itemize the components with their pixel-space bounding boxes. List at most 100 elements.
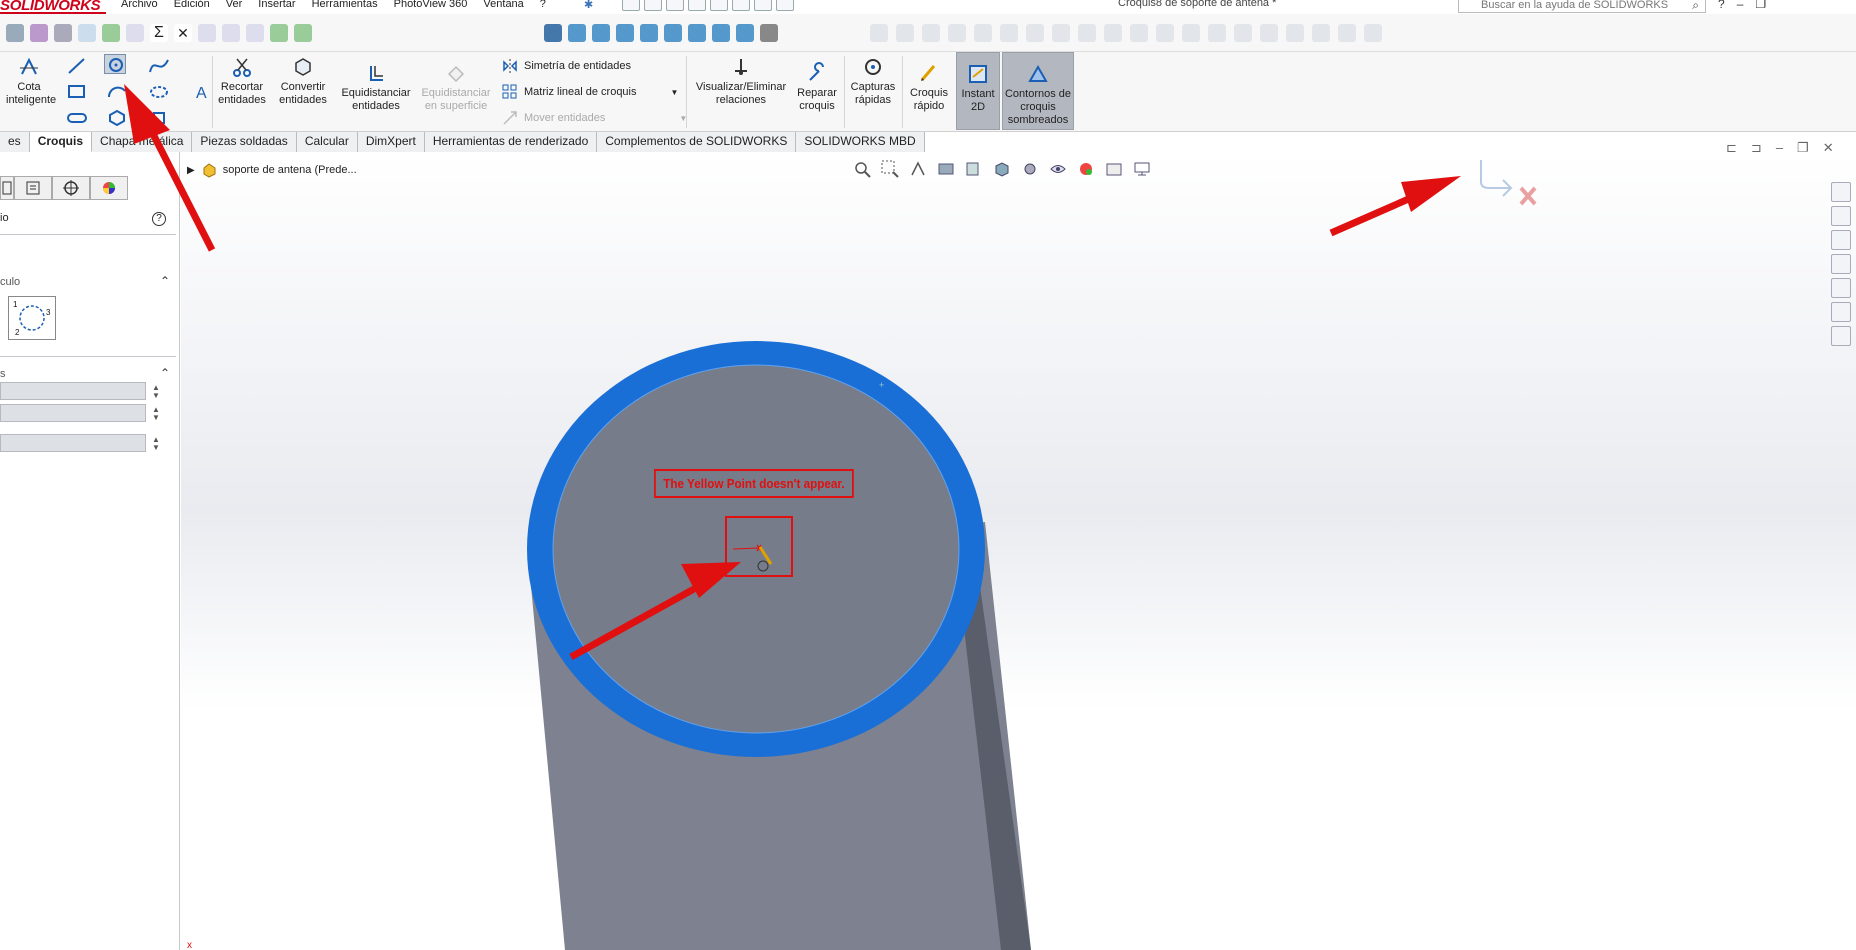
undo-icon[interactable] [710, 0, 728, 11]
display-delete-relations-button[interactable]: Visualizar/Eliminar relaciones [692, 56, 790, 107]
spinner-icon[interactable]: ▲ ▼ [152, 384, 160, 400]
circle-tool[interactable] [104, 54, 126, 74]
restore-icon[interactable]: ❐ [1755, 0, 1766, 11]
tool-b-icon[interactable] [896, 24, 914, 42]
ellipse-tool[interactable] [148, 82, 170, 102]
tab-render-tools[interactable]: Herramientas de renderizado [424, 132, 598, 152]
sum-icon[interactable]: Σ [150, 24, 168, 42]
menu-edicion[interactable]: Edición [166, 0, 218, 11]
cube-normal-icon[interactable] [712, 24, 730, 42]
cube-top-icon[interactable] [664, 24, 682, 42]
balance-icon[interactable] [6, 24, 24, 42]
cube-front-icon[interactable] [568, 24, 586, 42]
menu-ver[interactable]: Ver [218, 0, 251, 11]
linear-pattern-button[interactable]: Matriz lineal de croquis ▼ [502, 84, 678, 100]
help-icon[interactable]: ? [152, 212, 166, 226]
tool-g-icon[interactable] [1026, 24, 1044, 42]
circle-type-section[interactable]: culo ⌃ [0, 274, 176, 288]
chevron-up-icon[interactable]: ⌃ [160, 366, 170, 380]
plugin-icon[interactable] [78, 24, 96, 42]
text-tool[interactable]: A [192, 82, 214, 102]
save-icon[interactable] [666, 0, 684, 11]
help-search-input[interactable]: Buscar en la ayuda de SOLIDWORKS ⌕ [1458, 0, 1706, 13]
feature-tree-tab[interactable] [0, 176, 14, 200]
tool-j-icon[interactable] [1104, 24, 1122, 42]
instant2d-button[interactable]: Instant 2D [956, 52, 1000, 130]
shaded-sketch-contours-button[interactable]: Contornos de croquis sombreados [1002, 52, 1074, 130]
checkmark-icon[interactable] [270, 24, 288, 42]
mirror-entities-button[interactable]: Simetría de entidades [502, 58, 631, 74]
tool-r-icon[interactable] [1312, 24, 1330, 42]
smart-dimension-button[interactable]: Cota inteligente [6, 56, 56, 107]
offset-entities-button[interactable]: Equidistanciar entidades [338, 62, 414, 113]
menu-ventana[interactable]: Ventana [475, 0, 531, 11]
repair-sketch-button[interactable]: Reparar croquis [794, 62, 840, 113]
tool-n-icon[interactable] [1208, 24, 1226, 42]
tool-m-icon[interactable] [1182, 24, 1200, 42]
line-tool[interactable] [66, 56, 88, 76]
menu-archivo[interactable]: Archivo [113, 0, 166, 11]
grid-icon[interactable] [294, 24, 312, 42]
tool-h-icon[interactable] [1052, 24, 1070, 42]
anchor-icon[interactable] [544, 24, 562, 42]
pencil-icon[interactable] [760, 24, 778, 42]
quick-snaps-button[interactable]: Capturas rápidas [848, 56, 898, 107]
point-tool[interactable] [148, 108, 170, 128]
tool-c-icon[interactable] [922, 24, 940, 42]
cancel-sketch-icon[interactable] [1519, 186, 1537, 206]
config-manager-tab[interactable] [52, 176, 90, 200]
cube-left-icon[interactable] [616, 24, 634, 42]
param-input-2[interactable] [0, 404, 146, 422]
tool-a-icon[interactable] [870, 24, 888, 42]
help-icon[interactable]: ? [1718, 0, 1725, 11]
tab-piezas-soldadas[interactable]: Piezas soldadas [192, 132, 297, 152]
tool-e-icon[interactable] [974, 24, 992, 42]
param-input-1[interactable] [0, 382, 146, 400]
cube-right-icon[interactable] [640, 24, 658, 42]
rapid-sketch-button[interactable]: Croquis rápido [906, 62, 952, 113]
tool-i-icon[interactable] [1078, 24, 1096, 42]
paste-icon[interactable] [246, 24, 264, 42]
tool-t-icon[interactable] [1364, 24, 1382, 42]
menu-photoview[interactable]: PhotoView 360 [386, 0, 476, 11]
param-input-3[interactable] [0, 434, 146, 452]
print-icon[interactable] [688, 0, 706, 11]
mirror-icon[interactable] [198, 24, 216, 42]
pin-icon[interactable]: ✱ [584, 0, 596, 11]
dropdown-arrow-icon[interactable]: ▼ [671, 88, 679, 97]
mass-icon[interactable] [30, 24, 48, 42]
tool-q-icon[interactable] [1286, 24, 1304, 42]
tab-mbd[interactable]: SOLIDWORKS MBD [796, 132, 925, 152]
spinner-icon[interactable]: ▲ ▼ [152, 406, 160, 422]
tab-addins[interactable]: Complementos de SOLIDWORKS [597, 132, 797, 152]
polygon-tool[interactable] [106, 108, 128, 128]
tab-calcular[interactable]: Calcular [296, 132, 358, 152]
gauge-icon[interactable] [54, 24, 72, 42]
copy-icon[interactable] [222, 24, 240, 42]
tool-d-icon[interactable] [948, 24, 966, 42]
cube-iso-icon[interactable] [688, 24, 706, 42]
spinner-icon[interactable]: ▲ ▼ [152, 436, 160, 452]
arc-tool[interactable] [106, 82, 128, 102]
open-doc-icon[interactable] [644, 0, 662, 11]
parameters-section[interactable]: s ⌃ [0, 366, 176, 380]
offset-surface-button[interactable]: Equidistanciar en superficie [418, 62, 494, 113]
tab-croquis[interactable]: Croquis [29, 132, 93, 152]
tab-dimxpert[interactable]: DimXpert [357, 132, 425, 152]
select-icon[interactable] [732, 0, 750, 11]
minimize-icon[interactable]: – [1737, 0, 1744, 11]
graphics-area[interactable]: ▶ soporte de antena (Prede... + x The Ye… [181, 152, 1856, 950]
cube-shaded-icon[interactable] [736, 24, 754, 42]
tool-k-icon[interactable] [1130, 24, 1148, 42]
menu-help[interactable]: ? [532, 0, 554, 11]
menu-herramientas[interactable]: Herramientas [304, 0, 386, 11]
trim-entities-button[interactable]: Recortar entidades [216, 56, 268, 107]
tab-chapa-metalica[interactable]: Chapa metálica [92, 132, 193, 152]
search-icon[interactable]: ⌕ [1692, 0, 1699, 12]
convert-entities-button[interactable]: Convertir entidades [276, 56, 330, 107]
tool-p-icon[interactable] [1260, 24, 1278, 42]
tool-s-icon[interactable] [1338, 24, 1356, 42]
rectangle-tool[interactable] [66, 82, 88, 102]
perimeter-circle-option[interactable]: 1 3 2 [8, 296, 56, 340]
cross-icon[interactable]: ✕ [174, 24, 192, 42]
